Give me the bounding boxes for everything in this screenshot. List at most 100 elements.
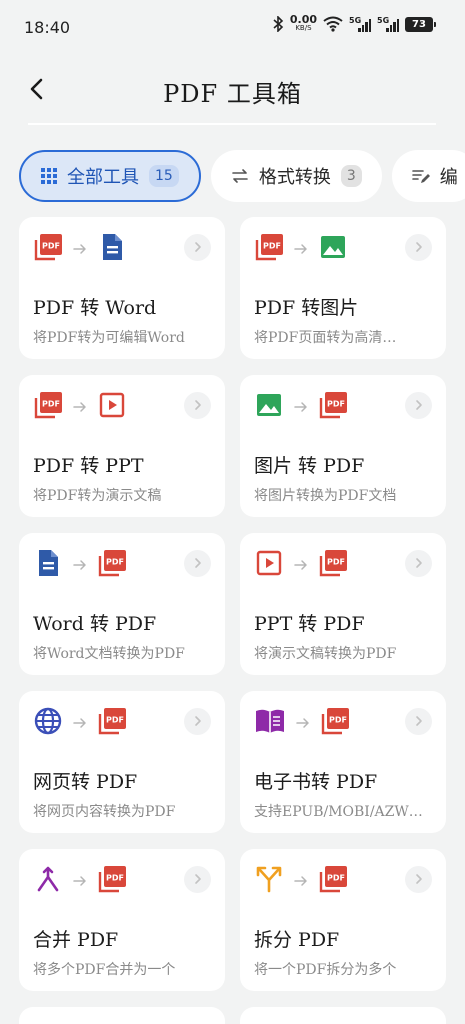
tool-description: 将一个PDF拆分为多个 xyxy=(254,962,397,978)
conversion-icons: PDF xyxy=(254,706,350,740)
ppt-icon xyxy=(97,390,127,424)
network-speed-value: 0.00 xyxy=(289,13,317,26)
tool-card[interactable]: PDF 拆分 PDF 将一个PDF拆分为多个 xyxy=(240,849,446,991)
tool-description: 支持EPUB/MOBI/AZW… xyxy=(254,804,423,820)
open-tool-button[interactable] xyxy=(184,866,211,893)
tab-format-convert[interactable]: 格式转换 3 xyxy=(210,150,382,202)
header-divider xyxy=(28,123,436,125)
conversion-icons: PDF xyxy=(33,864,127,898)
tool-card[interactable]: PDF 图片 转 PDF 将图片转换为PDF文档 xyxy=(240,375,446,517)
pdf-icon: PDF xyxy=(97,706,127,740)
chevron-right-icon xyxy=(193,238,203,257)
tool-card[interactable]: PDF PPT 转 PDF 将演示文稿转换为PDF xyxy=(240,533,446,675)
arrow-right-icon xyxy=(73,559,87,571)
tab-label: 编 xyxy=(439,167,458,188)
status-time: 18:40 xyxy=(24,18,71,37)
arrow-right-icon xyxy=(294,243,308,255)
tool-description: 将图片转换为PDF文档 xyxy=(254,488,397,504)
svg-text:PDF: PDF xyxy=(327,400,345,409)
status-icons: 0.00 KB/S 5G 5G 73 xyxy=(273,13,436,32)
image-icon xyxy=(254,390,284,424)
pdf-icon: PDF xyxy=(254,232,284,266)
chevron-right-icon xyxy=(414,396,424,415)
merge-icon xyxy=(33,864,63,898)
pdf-icon: PDF xyxy=(33,232,63,266)
tool-title: 合并 PDF xyxy=(33,929,119,951)
open-tool-button[interactable] xyxy=(405,550,432,577)
word-doc-icon xyxy=(97,232,127,266)
tool-title: Word 转 PDF xyxy=(33,613,157,635)
tool-title: 拆分 PDF xyxy=(254,929,340,951)
arrow-right-icon xyxy=(294,875,308,887)
pdf-icon: PDF xyxy=(318,864,348,898)
tool-card[interactable]: PDF 网页转 PDF 将网页内容转换为PDF xyxy=(19,691,225,833)
tool-grid: PDF PDF 转 Word 将PDF转为可编辑Word PDF PDF 转图片… xyxy=(19,217,446,1024)
open-tool-button[interactable] xyxy=(184,708,211,735)
tool-description: 将Word文档转换为PDF xyxy=(33,646,185,662)
swap-arrows-icon xyxy=(232,169,248,183)
svg-text:PDF: PDF xyxy=(327,558,345,567)
tool-title: PDF 转 PPT xyxy=(33,455,144,477)
svg-text:PDF: PDF xyxy=(327,874,345,883)
pdf-icon: PDF xyxy=(318,548,348,582)
signal-sim1-icon: 5G xyxy=(349,16,371,32)
arrow-right-icon xyxy=(294,559,308,571)
tool-description: 将演示文稿转换为PDF xyxy=(254,646,397,662)
tab-edit[interactable]: 编 xyxy=(391,150,465,202)
arrow-right-icon xyxy=(73,243,87,255)
tab-all-tools[interactable]: 全部工具 15 xyxy=(19,150,201,202)
pdf-icon: PDF xyxy=(97,864,127,898)
conversion-icons: PDF xyxy=(254,232,348,266)
network-speed-unit: KB/S xyxy=(295,24,312,32)
svg-text:PDF: PDF xyxy=(263,242,281,251)
tool-card[interactable]: PDF PDF 转 Word 将PDF转为可编辑Word xyxy=(19,217,225,359)
arrow-right-icon xyxy=(296,717,310,729)
tool-card[interactable]: PDF PDF 转图片 将PDF页面转为高清… xyxy=(240,217,446,359)
status-bar: 18:40 0.00 KB/S 5G 5G 73 xyxy=(0,0,465,56)
split-icon xyxy=(254,864,284,898)
tool-title: PDF 转 Word xyxy=(33,297,157,319)
open-tool-button[interactable] xyxy=(405,392,432,419)
tool-card[interactable]: PDF 电子书转 PDF 支持EPUB/MOBI/AZW… xyxy=(240,691,446,833)
conversion-icons: PDF xyxy=(33,706,127,740)
ebook-icon xyxy=(254,706,286,740)
bluetooth-icon xyxy=(273,16,284,32)
image-icon xyxy=(318,232,348,266)
network-speed: 0.00 KB/S xyxy=(289,13,317,32)
pdf-icon: PDF xyxy=(33,390,63,424)
tab-count-badge: 3 xyxy=(340,165,362,187)
pdf-icon: PDF xyxy=(318,390,348,424)
tool-card[interactable]: PDF PDF 转 PPT 将PDF转为演示文稿 xyxy=(19,375,225,517)
svg-text:PDF: PDF xyxy=(106,558,124,567)
tab-label: 全部工具 xyxy=(67,167,139,188)
arrow-right-icon xyxy=(73,401,87,413)
open-tool-button[interactable] xyxy=(184,550,211,577)
chevron-right-icon xyxy=(414,554,424,573)
open-tool-button[interactable] xyxy=(405,234,432,261)
chevron-right-icon xyxy=(414,712,424,731)
open-tool-button[interactable] xyxy=(405,708,432,735)
open-tool-button[interactable] xyxy=(184,234,211,261)
pdf-icon: PDF xyxy=(320,706,350,740)
tool-title: 电子书转 PDF xyxy=(254,771,378,793)
conversion-icons: PDF xyxy=(33,548,127,582)
tool-card-partial[interactable] xyxy=(240,1007,446,1024)
chevron-right-icon xyxy=(414,870,424,889)
tool-card[interactable]: PDF Word 转 PDF 将Word文档转换为PDF xyxy=(19,533,225,675)
tool-description: 将PDF转为可编辑Word xyxy=(33,330,185,346)
conversion-icons: PDF xyxy=(254,864,348,898)
tab-label: 格式转换 xyxy=(258,167,331,188)
arrow-right-icon xyxy=(73,875,87,887)
tool-card[interactable]: PDF 合并 PDF 将多个PDF合并为一个 xyxy=(19,849,225,991)
tool-card-partial[interactable] xyxy=(19,1007,225,1024)
conversion-icons: PDF xyxy=(33,232,127,266)
arrow-right-icon xyxy=(73,717,87,729)
chevron-right-icon xyxy=(193,396,203,415)
page-title: PDF 工具箱 xyxy=(163,80,302,108)
tool-title: PPT 转 PDF xyxy=(254,613,365,635)
word-doc-icon xyxy=(33,548,63,582)
pdf-icon: PDF xyxy=(97,548,127,582)
open-tool-button[interactable] xyxy=(405,866,432,893)
open-tool-button[interactable] xyxy=(184,392,211,419)
tool-description: 将多个PDF合并为一个 xyxy=(33,962,176,978)
